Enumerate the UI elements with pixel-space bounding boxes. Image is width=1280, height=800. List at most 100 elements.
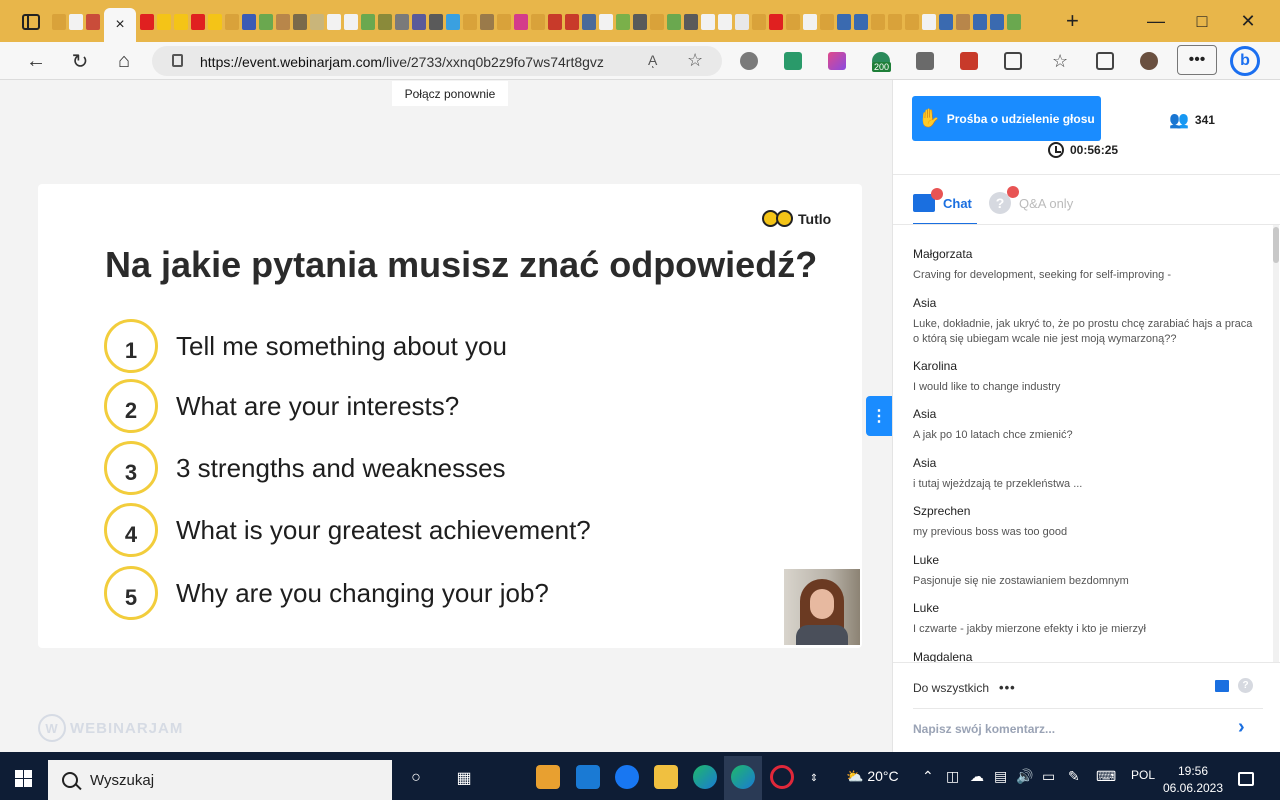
read-aloud-icon[interactable]: Aͅ xyxy=(648,52,657,68)
mail-icon[interactable] xyxy=(576,765,600,789)
edge-beta-icon[interactable] xyxy=(693,765,717,789)
keyboard-icon[interactable]: ⌨ xyxy=(1096,768,1116,785)
bing-icon[interactable]: b xyxy=(1230,46,1260,76)
task-view-icon[interactable]: ▦ xyxy=(452,766,476,790)
weather-widget[interactable]: ⛅ 20°C xyxy=(846,768,899,785)
tab-icon[interactable] xyxy=(854,14,868,30)
tab-icon[interactable] xyxy=(293,14,307,30)
tab-icon[interactable] xyxy=(259,14,273,30)
tab-icon[interactable] xyxy=(480,14,494,30)
chat-scrollbar[interactable] xyxy=(1273,225,1279,662)
home-icon[interactable]: ⌂ xyxy=(110,48,138,74)
tab-icon[interactable] xyxy=(531,14,545,30)
tab-icon[interactable] xyxy=(378,14,392,30)
tab-icon[interactable] xyxy=(412,14,426,30)
chat-mode-icon[interactable] xyxy=(1215,680,1229,692)
tutlo-tab-icon[interactable] xyxy=(157,14,171,30)
tab-icon[interactable] xyxy=(803,14,817,30)
tab-icon[interactable] xyxy=(633,14,647,30)
tab-icon[interactable] xyxy=(888,14,902,30)
tab-icon[interactable] xyxy=(225,14,239,30)
tab-icon[interactable] xyxy=(497,14,511,30)
extension-icon[interactable] xyxy=(784,52,802,70)
vertical-tabs-icon[interactable] xyxy=(22,14,40,30)
tab-icon[interactable] xyxy=(718,14,732,30)
extension-gear-icon[interactable] xyxy=(740,52,758,70)
tab-close-icon[interactable]: × xyxy=(115,16,124,34)
tab-icon[interactable] xyxy=(361,14,375,30)
extensions-puzzle-icon[interactable] xyxy=(1004,52,1022,70)
opera-icon[interactable] xyxy=(770,765,794,789)
tab-icon[interactable] xyxy=(990,14,1004,30)
comment-input[interactable] xyxy=(913,718,1233,740)
twitter-tab-icon[interactable] xyxy=(446,14,460,30)
store-icon[interactable] xyxy=(536,765,560,789)
maximize-icon[interactable]: □ xyxy=(1182,8,1222,34)
tab-icon[interactable] xyxy=(752,14,766,30)
cortana-circle-icon[interactable]: ○ xyxy=(404,766,428,790)
more-dots-icon[interactable]: ••• xyxy=(999,680,1016,695)
tab-icon[interactable] xyxy=(939,14,953,30)
tab-icon[interactable] xyxy=(956,14,970,30)
google-tab-icon[interactable] xyxy=(735,14,749,30)
collections-icon[interactable] xyxy=(1096,52,1114,70)
favorites-icon[interactable]: ☆ xyxy=(1052,52,1070,70)
tab-icon[interactable] xyxy=(973,14,987,30)
tab-icon[interactable] xyxy=(786,14,800,30)
tab-icon[interactable] xyxy=(667,14,681,30)
youtube-tab-icon[interactable] xyxy=(769,14,783,30)
tray-chevron-icon[interactable]: ⌃ xyxy=(922,768,934,785)
tab-icon[interactable] xyxy=(276,14,290,30)
tab-icon[interactable] xyxy=(684,14,698,30)
taskbar-search[interactable]: Wyszukaj xyxy=(48,760,392,800)
extension-cube-icon[interactable] xyxy=(916,52,934,70)
tutlo-tab-icon[interactable] xyxy=(208,14,222,30)
refresh-icon[interactable]: ↻ xyxy=(66,48,94,74)
send-chevron-icon[interactable]: › xyxy=(1238,716,1245,739)
windows-start-icon[interactable] xyxy=(15,770,32,787)
tab-icon[interactable] xyxy=(650,14,664,30)
new-tab-button[interactable]: + xyxy=(1066,8,1079,34)
onedrive-icon[interactable]: ☁ xyxy=(970,768,984,785)
instagram-tab-icon[interactable] xyxy=(514,14,528,30)
favorite-star-icon[interactable]: ☆ xyxy=(687,50,703,71)
reconnect-button[interactable]: Połącz ponownie xyxy=(392,81,508,106)
network-icon[interactable]: ▤ xyxy=(994,768,1007,785)
tab-icon[interactable] xyxy=(820,14,834,30)
display-icon[interactable]: ▭ xyxy=(1042,768,1055,785)
tab-icon[interactable] xyxy=(871,14,885,30)
window-close-icon[interactable]: ✕ xyxy=(1228,8,1268,34)
tab-icon[interactable] xyxy=(837,14,851,30)
active-tab[interactable]: × xyxy=(104,8,136,42)
system-clock[interactable]: 19:56 06.06.2023 xyxy=(1160,763,1226,797)
tab-icon[interactable] xyxy=(86,14,100,30)
tab-icon[interactable] xyxy=(310,14,324,30)
tab-icon[interactable] xyxy=(429,14,443,30)
tray-app-icon[interactable]: ◫ xyxy=(946,768,959,785)
chat-message-list[interactable]: Małgorzata Craving for development, seek… xyxy=(893,225,1280,662)
slide-options-icon[interactable]: ⋮ xyxy=(866,396,892,436)
pdf-tab-icon[interactable] xyxy=(548,14,562,30)
back-arrow-icon[interactable]: ← xyxy=(22,48,50,74)
tab-qa[interactable]: ? Q&A only xyxy=(989,186,1073,218)
facebook-icon[interactable] xyxy=(615,765,639,789)
raise-hand-button[interactable]: ✋ Prośba o udzielenie głosu xyxy=(912,96,1101,141)
tab-chat[interactable]: Chat xyxy=(913,188,972,218)
tab-icon[interactable] xyxy=(327,14,341,30)
tab-icon[interactable] xyxy=(1007,14,1021,30)
pdf-extension-icon[interactable] xyxy=(960,52,978,70)
tab-icon[interactable] xyxy=(701,14,715,30)
more-menu-button[interactable]: ••• xyxy=(1177,45,1217,75)
url-field[interactable]: https://event.webinarjam.com/live/2733/x… xyxy=(152,46,722,76)
pen-icon[interactable]: ✎ xyxy=(1068,768,1080,785)
taskbar-scroll-icon[interactable]: ⇕ xyxy=(802,766,826,790)
tab-icon[interactable] xyxy=(69,14,83,30)
scrollbar-thumb[interactable] xyxy=(1273,227,1279,263)
tab-icon[interactable] xyxy=(922,14,936,30)
tab-icon[interactable] xyxy=(395,14,409,30)
tab-icon[interactable] xyxy=(616,14,630,30)
file-explorer-icon[interactable] xyxy=(654,765,678,789)
minimize-icon[interactable]: — xyxy=(1136,8,1176,34)
tab-icon[interactable] xyxy=(599,14,613,30)
tab-icon[interactable] xyxy=(344,14,358,30)
